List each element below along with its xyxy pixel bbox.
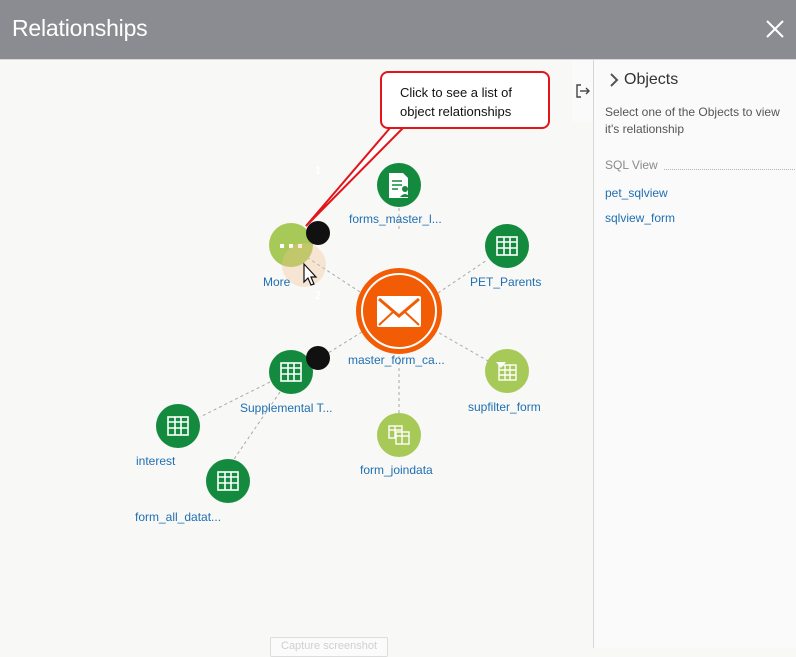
dialog-header: Relationships bbox=[0, 0, 796, 60]
chevron-right-icon bbox=[610, 73, 619, 87]
close-button[interactable] bbox=[762, 15, 788, 43]
badge-more bbox=[306, 221, 330, 245]
section-title: SQL View bbox=[605, 158, 658, 172]
objects-heading: Objects bbox=[624, 71, 679, 88]
badge-supplemental-count: 2 bbox=[314, 290, 322, 302]
section-divider bbox=[663, 160, 796, 170]
link-sqlview-form[interactable]: sqlview_form bbox=[605, 211, 675, 225]
node-label-interest[interactable]: interest bbox=[136, 454, 175, 468]
node-label-joindata[interactable]: form_joindata bbox=[360, 463, 433, 477]
node-label-pet-parents[interactable]: PET_Parents bbox=[470, 275, 541, 289]
node-form-all[interactable] bbox=[206, 459, 250, 503]
node-label-center[interactable]: master_form_ca... bbox=[348, 353, 445, 367]
node-joindata[interactable] bbox=[377, 413, 421, 457]
node-label-more[interactable]: More bbox=[263, 275, 290, 289]
collapse-arrow-icon bbox=[576, 84, 590, 98]
badge-more-count: 1 bbox=[314, 165, 322, 177]
relationship-graph bbox=[156, 127, 529, 503]
relationship-canvas: 1 2 forms_master_l... PET_Parents More m… bbox=[0, 60, 593, 648]
callout-text: Click to see a list of object relationsh… bbox=[400, 85, 512, 119]
close-icon bbox=[766, 20, 784, 38]
panel-tab bbox=[572, 60, 593, 122]
tutorial-callout: Click to see a list of object relationsh… bbox=[380, 71, 550, 129]
dialog-title: Relationships bbox=[12, 15, 148, 41]
node-label-forms-master[interactable]: forms_master_l... bbox=[349, 212, 442, 226]
node-label-form-all[interactable]: form_all_datat... bbox=[135, 510, 221, 524]
objects-panel: Objects Select one of the Objects to vie… bbox=[593, 60, 796, 648]
node-label-supplemental[interactable]: Supplemental T... bbox=[240, 401, 333, 415]
collapse-panel-button[interactable] bbox=[575, 82, 591, 100]
capture-screenshot-button[interactable]: Capture screenshot bbox=[270, 637, 388, 657]
section-sql-view: SQL View bbox=[605, 158, 796, 172]
center-node[interactable] bbox=[356, 268, 442, 354]
node-supfilter[interactable] bbox=[485, 349, 529, 393]
node-interest[interactable] bbox=[156, 404, 200, 448]
graph-edges bbox=[199, 208, 491, 463]
node-label-supfilter[interactable]: supfilter_form bbox=[468, 400, 541, 414]
objects-description: Select one of the Objects to view it's r… bbox=[605, 105, 780, 136]
node-pet-parents[interactable] bbox=[485, 224, 529, 268]
badge-supplemental bbox=[306, 346, 330, 370]
objects-panel-toggle[interactable]: Objects bbox=[608, 68, 678, 92]
link-pet-sqlview[interactable]: pet_sqlview bbox=[605, 186, 668, 200]
node-forms-master[interactable] bbox=[377, 163, 421, 207]
email-icon bbox=[377, 296, 421, 327]
